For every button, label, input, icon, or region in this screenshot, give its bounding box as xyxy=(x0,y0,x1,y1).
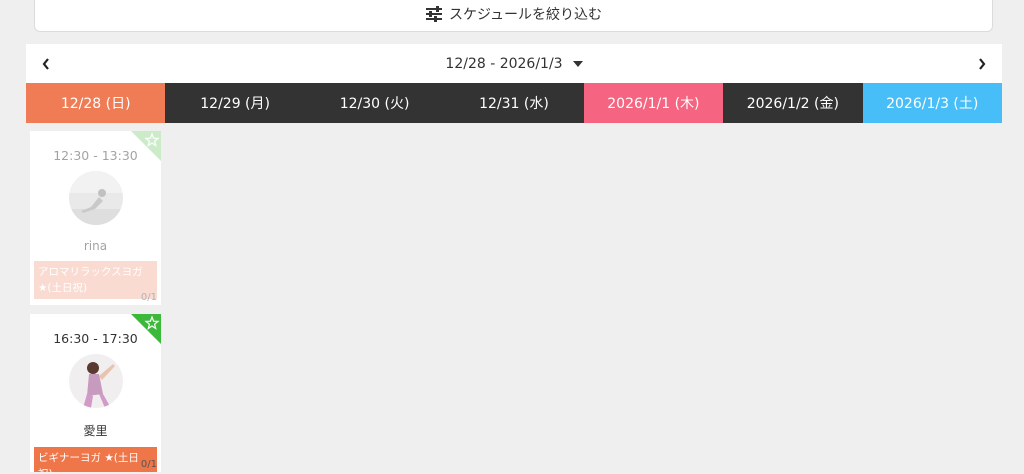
instructor-name: rina xyxy=(83,239,108,253)
day-tab[interactable]: 2026/1/1 (木) xyxy=(583,83,724,123)
chevron-left-icon xyxy=(42,57,49,70)
favorite-corner-bg xyxy=(131,131,161,161)
day-tab[interactable]: 2026/1/2 (金) xyxy=(723,83,863,123)
reservation-count: 0/1 xyxy=(140,292,157,303)
week-navigation: 12/28 - 2026/1/3 xyxy=(26,44,1002,83)
caret-down-icon xyxy=(572,60,583,67)
next-week-button[interactable] xyxy=(962,44,1002,83)
instructor-avatar xyxy=(68,171,123,225)
week-range-dropdown[interactable]: 12/28 - 2026/1/3 xyxy=(445,55,583,72)
instructor-avatar xyxy=(68,354,123,408)
lesson-card[interactable]: 12:30 - 13:30 rina アロマリラックスヨガ ★(土日祝) 0/1 xyxy=(30,131,161,305)
lesson-card-content: 12:30 - 13:30 rina アロマリラックスヨガ ★(土日祝) 0/1 xyxy=(30,131,161,305)
day-tab[interactable]: 12/29 (月) xyxy=(165,83,305,123)
week-range-label: 12/28 - 2026/1/3 xyxy=(445,55,563,72)
favorite-corner[interactable] xyxy=(131,314,161,344)
prev-week-button[interactable] xyxy=(26,44,66,83)
day-tab[interactable]: 12/30 (火) xyxy=(304,83,445,123)
favorite-corner-bg xyxy=(131,314,161,344)
lesson-title: アロマリラックスヨガ ★(土日祝) xyxy=(34,261,157,299)
day-tab[interactable]: 12/31 (水) xyxy=(444,83,584,123)
reservation-count: 0/1 xyxy=(140,459,157,470)
chevron-right-icon xyxy=(979,57,986,70)
day-tab[interactable]: 2026/1/3 (土) xyxy=(862,83,1002,123)
favorite-corner[interactable] xyxy=(131,131,161,161)
filter-label: スケジュールを絞り込む xyxy=(448,6,603,23)
instructor-name: 愛里 xyxy=(83,424,108,438)
filter-sliders-icon xyxy=(425,5,442,22)
day-header-row: 12/28 (日) 12/29 (月) 12/30 (火) 12/31 (水) 2026… xyxy=(26,83,1002,123)
lesson-title: ビギナーヨガ ★(土日祝) xyxy=(34,447,157,472)
schedule-filter-button[interactable]: スケジュールを絞り込む xyxy=(34,0,993,32)
day-tab[interactable]: 12/28 (日) xyxy=(26,83,166,123)
lesson-card[interactable]: 16:30 - 17:30 愛里 ビギナーヨガ ★(土日祝) 0/1 xyxy=(30,314,161,472)
